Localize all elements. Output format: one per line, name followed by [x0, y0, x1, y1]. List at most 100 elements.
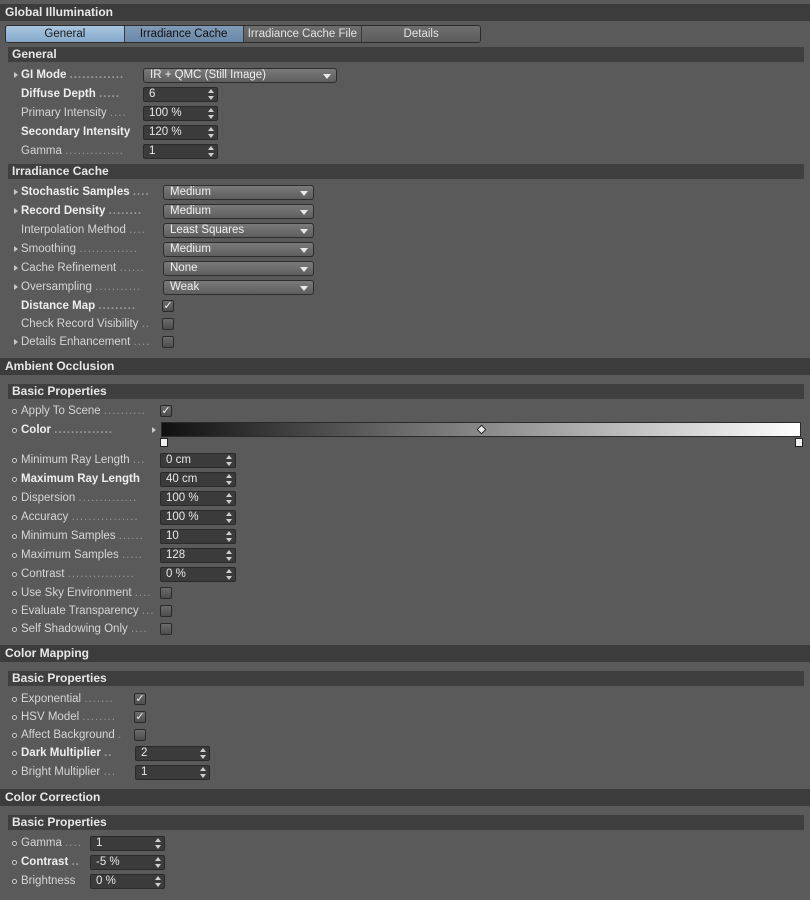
tab-details[interactable]: Details: [362, 26, 480, 42]
self-shadowing-label: Self Shadowing Only: [21, 623, 128, 635]
gradient-start-marker[interactable]: [160, 438, 168, 447]
animate-dot-icon[interactable]: [12, 534, 17, 539]
eval-transparency-checkbox[interactable]: [160, 605, 172, 617]
cache-refinement-dropdown[interactable]: None: [163, 261, 314, 276]
secondary-intensity-row: Secondary Intensity 120 %: [0, 123, 810, 141]
expand-arrow-icon[interactable]: [152, 427, 156, 433]
spinner-icon[interactable]: [208, 146, 214, 157]
gamma-field[interactable]: 1: [143, 144, 218, 159]
irradiance-cache-header: Irradiance Cache: [8, 164, 804, 179]
animate-dot-icon[interactable]: [12, 609, 17, 614]
contrast-row: Contrast ................ 0 %: [0, 565, 810, 583]
use-sky-checkbox[interactable]: [160, 587, 172, 599]
affect-background-checkbox[interactable]: [134, 729, 146, 741]
spinner-icon[interactable]: [155, 857, 161, 868]
spinner-icon[interactable]: [200, 748, 206, 759]
spinner-icon[interactable]: [226, 512, 232, 523]
tab-irradiance-cache[interactable]: Irradiance Cache: [124, 26, 244, 42]
chevron-down-icon: [300, 210, 308, 215]
color-gradient-bar[interactable]: [161, 422, 801, 437]
animate-dot-icon[interactable]: [12, 770, 17, 775]
animate-dot-icon[interactable]: [12, 428, 17, 433]
distance-map-checkbox[interactable]: ✓: [162, 300, 174, 312]
animate-dot-icon[interactable]: [12, 515, 17, 520]
expand-arrow-icon[interactable]: [14, 208, 18, 214]
smoothing-dropdown[interactable]: Medium: [163, 242, 314, 257]
animate-dot-icon[interactable]: [12, 627, 17, 632]
general-header: General: [8, 47, 804, 62]
eval-transparency-label: Evaluate Transparency: [21, 605, 139, 617]
animate-dot-icon[interactable]: [12, 409, 17, 414]
gamma-row: Gamma .............. 1: [0, 142, 810, 160]
dark-multiplier-field[interactable]: 2: [135, 746, 210, 761]
spinner-icon[interactable]: [226, 493, 232, 504]
gradient-end-marker[interactable]: [795, 438, 803, 447]
spinner-icon[interactable]: [226, 569, 232, 580]
animate-dot-icon[interactable]: [12, 860, 17, 865]
animate-dot-icon[interactable]: [12, 841, 17, 846]
oversampling-dropdown[interactable]: Weak: [163, 280, 314, 295]
spinner-icon[interactable]: [226, 531, 232, 542]
spinner-icon[interactable]: [208, 108, 214, 119]
animate-dot-icon[interactable]: [12, 591, 17, 596]
record-density-dropdown[interactable]: Medium: [163, 204, 314, 219]
cc-gamma-field[interactable]: 1: [90, 836, 165, 851]
animate-dot-icon[interactable]: [12, 733, 17, 738]
gi-mode-dropdown[interactable]: IR + QMC (Still Image): [143, 68, 337, 83]
bright-multiplier-field[interactable]: 1: [135, 765, 210, 780]
dispersion-field[interactable]: 100 %: [160, 491, 236, 506]
diffuse-depth-field[interactable]: 6: [143, 87, 218, 102]
spinner-icon[interactable]: [155, 876, 161, 887]
accuracy-field[interactable]: 100 %: [160, 510, 236, 525]
apply-to-scene-checkbox[interactable]: ✓: [160, 405, 172, 417]
animate-dot-icon[interactable]: [12, 751, 17, 756]
primary-intensity-field[interactable]: 100 %: [143, 106, 218, 121]
stochastic-samples-row: Stochastic Samples .... Medium: [0, 183, 810, 201]
spinner-icon[interactable]: [155, 838, 161, 849]
max-samples-field[interactable]: 128: [160, 548, 236, 563]
max-ray-length-field[interactable]: 40 cm: [160, 472, 236, 487]
expand-arrow-icon[interactable]: [14, 265, 18, 271]
animate-dot-icon[interactable]: [12, 697, 17, 702]
stochastic-samples-dropdown[interactable]: Medium: [163, 185, 314, 200]
check-record-visibility-checkbox[interactable]: [162, 318, 174, 330]
animate-dot-icon[interactable]: [12, 572, 17, 577]
min-ray-length-field[interactable]: 0 cm: [160, 453, 236, 468]
dark-multiplier-label: Dark Multiplier: [21, 747, 101, 759]
tab-general[interactable]: General: [6, 26, 125, 42]
interpolation-method-dropdown[interactable]: Least Squares: [163, 223, 314, 238]
animate-dot-icon[interactable]: [12, 879, 17, 884]
cc-contrast-field[interactable]: -5 %: [90, 855, 165, 870]
spinner-icon[interactable]: [208, 89, 214, 100]
animate-dot-icon[interactable]: [12, 458, 17, 463]
spinner-icon[interactable]: [226, 550, 232, 561]
min-samples-field[interactable]: 10: [160, 529, 236, 544]
secondary-intensity-field[interactable]: 120 %: [143, 125, 218, 140]
spinner-icon[interactable]: [226, 455, 232, 466]
color-label: Color: [21, 424, 52, 436]
expand-arrow-icon[interactable]: [14, 189, 18, 195]
exponential-checkbox[interactable]: ✓: [134, 693, 146, 705]
spinner-icon[interactable]: [226, 474, 232, 485]
contrast-field[interactable]: 0 %: [160, 567, 236, 582]
animate-dot-icon[interactable]: [12, 496, 17, 501]
spinner-icon[interactable]: [200, 767, 206, 778]
spinner-icon[interactable]: [208, 127, 214, 138]
animate-dot-icon[interactable]: [12, 715, 17, 720]
tab-irradiance-cache-file[interactable]: Irradiance Cache File: [243, 26, 363, 42]
cc-brightness-field[interactable]: 0 %: [90, 874, 165, 889]
ao-basic-properties-header: Basic Properties: [8, 384, 804, 399]
expand-arrow-icon[interactable]: [14, 339, 18, 345]
animate-dot-icon[interactable]: [12, 477, 17, 482]
self-shadowing-checkbox[interactable]: [160, 623, 172, 635]
animate-dot-icon[interactable]: [12, 553, 17, 558]
expand-arrow-icon[interactable]: [14, 72, 18, 78]
hsv-model-checkbox[interactable]: ✓: [134, 711, 146, 723]
expand-arrow-icon[interactable]: [14, 246, 18, 252]
dark-multiplier-row: Dark Multiplier .. 2: [0, 744, 810, 762]
expand-arrow-icon[interactable]: [14, 284, 18, 290]
color-correction-header: Color Correction: [0, 789, 810, 806]
diffuse-depth-row: Diffuse Depth ..... 6: [0, 85, 810, 103]
gradient-midpoint-knob[interactable]: [476, 424, 487, 435]
details-enhancement-checkbox[interactable]: [162, 336, 174, 348]
